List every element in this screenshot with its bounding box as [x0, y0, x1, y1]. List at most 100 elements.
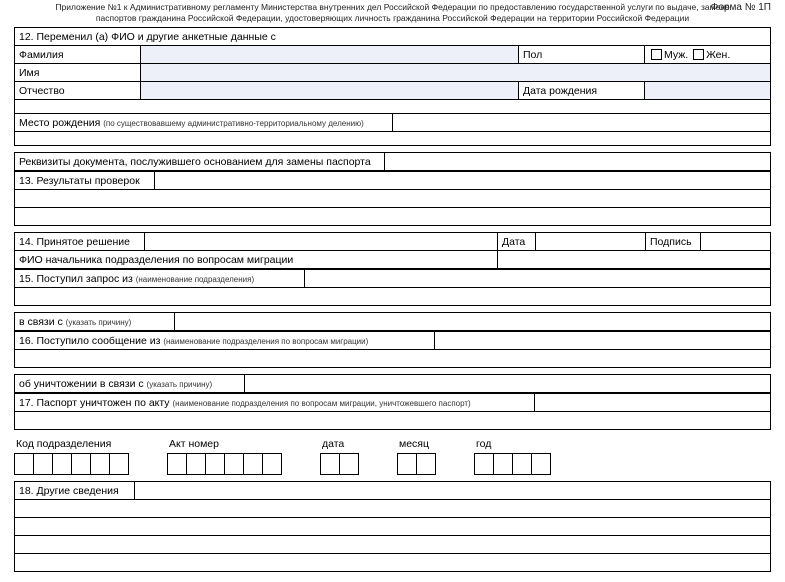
s18-label: 18. Другие сведения	[15, 482, 135, 500]
s15-field[interactable]	[305, 270, 771, 288]
female-checkbox[interactable]	[693, 49, 704, 60]
doc-reason-field[interactable]	[385, 153, 771, 171]
code-box[interactable]	[90, 453, 110, 475]
s15-title-text: 15. Поступил запрос из	[19, 273, 133, 285]
year-box[interactable]	[493, 453, 513, 475]
year-group: год	[474, 438, 551, 475]
code-box[interactable]	[52, 453, 72, 475]
code-box[interactable]	[14, 453, 34, 475]
patronymic-label: Отчество	[15, 82, 141, 100]
code-group: Код подразделения	[14, 438, 129, 475]
code-box[interactable]	[109, 453, 129, 475]
s13-field[interactable]	[155, 172, 771, 190]
birthplace-text: Место рождения	[19, 117, 100, 129]
s17-note: (наименование подразделения по вопросам …	[172, 399, 470, 408]
s16-label: 16. Поступило сообщение из (наименование…	[15, 332, 435, 350]
s14-decision-field[interactable]	[145, 233, 498, 251]
name-field[interactable]	[141, 64, 771, 82]
act-box[interactable]	[186, 453, 206, 475]
s15-reason-note: (указать причину)	[66, 318, 132, 327]
date-label: дата	[320, 438, 359, 453]
female-label: Жен.	[706, 49, 730, 61]
s14-label: 14. Принятое решение	[15, 233, 145, 251]
s17-extra-row[interactable]	[15, 412, 771, 430]
s14-date-field[interactable]	[536, 233, 646, 251]
s16-field[interactable]	[435, 332, 771, 350]
s16-destroy-field[interactable]	[245, 375, 771, 393]
header-line2: паспортов гражданина Российской Федераци…	[14, 13, 771, 24]
s16-destroy-text: об уничтожении в связи с	[19, 378, 144, 390]
section-12: 12. Переменил (а) ФИО и другие анкетные …	[14, 27, 771, 146]
doc-reason-label: Реквизиты документа, послужившего основа…	[15, 153, 385, 171]
spacer	[15, 132, 771, 146]
date-group: дата	[320, 438, 359, 475]
male-checkbox[interactable]	[651, 49, 662, 60]
month-box[interactable]	[416, 453, 436, 475]
form-number: Форма № 1П	[711, 2, 771, 15]
section-13: 13. Результаты проверок	[14, 171, 771, 226]
s18-row[interactable]	[15, 518, 771, 536]
month-box[interactable]	[397, 453, 417, 475]
code-boxes-area: Код подразделения Акт номер дата месяц	[14, 436, 771, 481]
gender-field[interactable]: Муж. Жен.	[645, 46, 771, 64]
s15-reason-field[interactable]	[175, 313, 771, 331]
patronymic-field[interactable]	[141, 82, 519, 100]
s18-row[interactable]	[15, 554, 771, 572]
code-box[interactable]	[33, 453, 53, 475]
s15-reason-label: в связи с (указать причину)	[15, 313, 175, 331]
s17-title-text: 17. Паспорт уничтожен по акту	[19, 397, 170, 409]
act-group: Акт номер	[167, 438, 282, 475]
s16-note: (наименование подразделения по вопросам …	[163, 337, 368, 346]
act-box[interactable]	[224, 453, 244, 475]
s13-extra-row1[interactable]	[15, 190, 771, 208]
s15-label: 15. Поступил запрос из (наименование под…	[15, 270, 305, 288]
section-15: 15. Поступил запрос из (наименование под…	[14, 269, 771, 306]
s14-chief-text: ФИО начальника подразделения по вопросам…	[19, 254, 293, 266]
s18-field[interactable]	[135, 482, 771, 500]
year-label: год	[474, 438, 551, 453]
header-block: Приложение №1 к Административному реглам…	[14, 2, 771, 23]
act-box[interactable]	[262, 453, 282, 475]
s15-note: (наименование подразделения)	[136, 275, 254, 284]
month-label: месяц	[397, 438, 436, 453]
s14-chief-label: ФИО начальника подразделения по вопросам…	[15, 251, 498, 269]
s14-sign-field[interactable]	[701, 233, 771, 251]
date-box[interactable]	[320, 453, 340, 475]
s18-row[interactable]	[15, 500, 771, 518]
s16-extra-row[interactable]	[15, 350, 771, 368]
s13-extra-row2[interactable]	[15, 208, 771, 226]
gender-label: Пол	[519, 46, 645, 64]
year-box[interactable]	[474, 453, 494, 475]
s15-extra-row[interactable]	[15, 288, 771, 306]
code-label: Код подразделения	[14, 438, 129, 453]
s16-destroy-label: об уничтожении в связи с (указать причин…	[15, 375, 245, 393]
act-box[interactable]	[243, 453, 263, 475]
section-17: 17. Паспорт уничтожен по акту (наименова…	[14, 393, 771, 430]
doc-reason-table: Реквизиты документа, послужившего основа…	[14, 152, 771, 171]
s15-reason-table: в связи с (указать причину)	[14, 312, 771, 331]
year-box[interactable]	[531, 453, 551, 475]
birthplace-note: (по существовавшему административно-терр…	[103, 119, 364, 128]
surname-label: Фамилия	[15, 46, 141, 64]
birthplace-label: Место рождения (по существовавшему админ…	[15, 114, 393, 132]
s14-chief-field[interactable]	[498, 251, 771, 269]
s14-sign-label: Подпись	[646, 233, 701, 251]
s17-field[interactable]	[535, 394, 771, 412]
code-box[interactable]	[71, 453, 91, 475]
birthdate-field[interactable]	[645, 82, 771, 100]
section-16: 16. Поступило сообщение из (наименование…	[14, 331, 771, 368]
surname-field[interactable]	[141, 46, 519, 64]
section-18: 18. Другие сведения	[14, 481, 771, 572]
s13-label: 13. Результаты проверок	[15, 172, 155, 190]
act-box[interactable]	[167, 453, 187, 475]
date-box[interactable]	[339, 453, 359, 475]
s16-title-text: 16. Поступило сообщение из	[19, 335, 160, 347]
birthplace-field[interactable]	[393, 114, 771, 132]
year-box[interactable]	[512, 453, 532, 475]
s16-destroy-note: (указать причину)	[147, 380, 213, 389]
s16-destroy-table: об уничтожении в связи с (указать причин…	[14, 374, 771, 393]
s14-date-label: Дата	[498, 233, 536, 251]
act-box[interactable]	[205, 453, 225, 475]
act-label: Акт номер	[167, 438, 282, 453]
birthdate-label: Дата рождения	[519, 82, 645, 100]
